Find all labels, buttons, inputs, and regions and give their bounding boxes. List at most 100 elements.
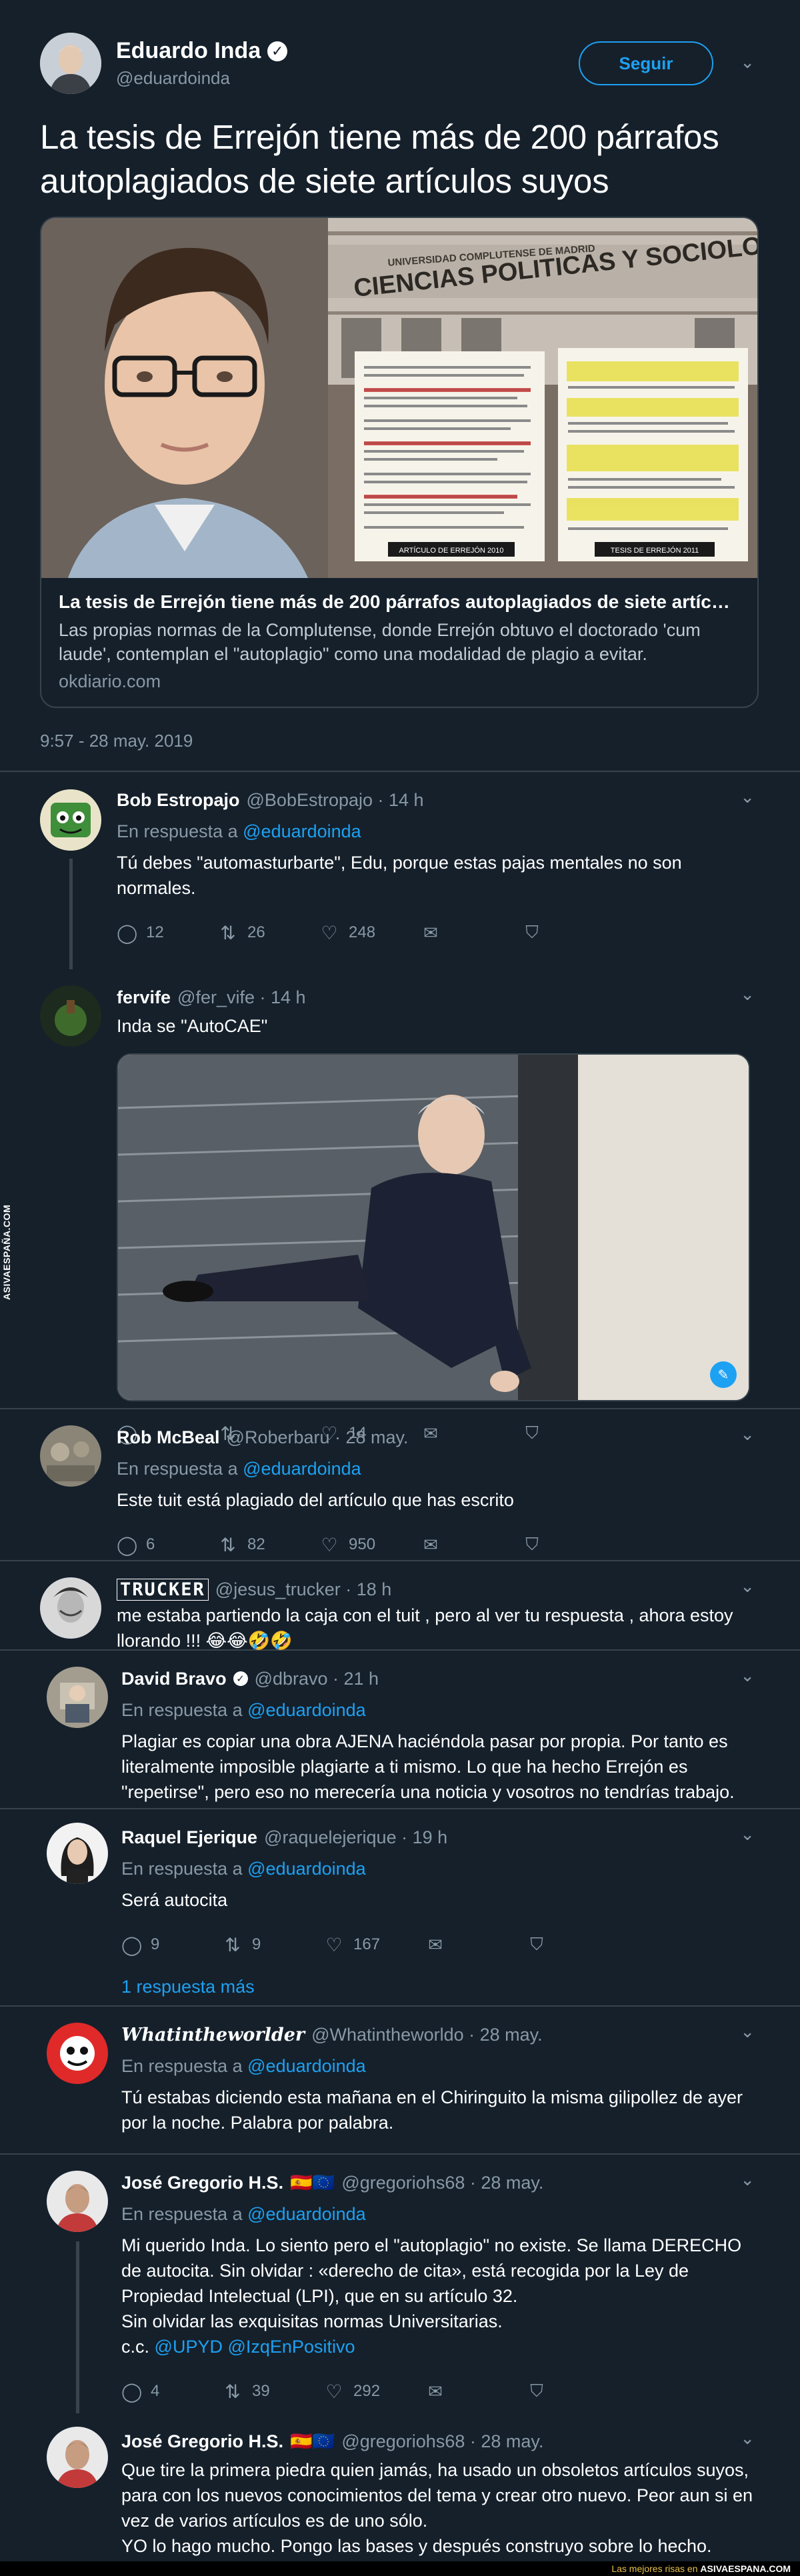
avatar[interactable]	[40, 1425, 101, 1487]
heart-icon: ♡	[321, 1534, 338, 1555]
chevron-down-icon[interactable]: ⌄	[740, 1576, 755, 1597]
link-card[interactable]: UNIVERSIDAD COMPLUTENSE DE MADRID CIENCI…	[40, 217, 759, 708]
reply-text: Inda se "AutoCAE"	[117, 1016, 268, 1036]
reply-button[interactable]: ◯ 9	[121, 1934, 223, 1956]
media-gif[interactable]: ✎	[117, 1053, 750, 1401]
retweet-button[interactable]: ⇅ 82	[218, 1534, 319, 1556]
reply-header: Rob McBeal @Roberbaru · 28 may.	[117, 1425, 760, 1449]
tweet-timestamp[interactable]: 9:57 - 28 may. 2019	[40, 731, 760, 771]
author-handle[interactable]: @eduardoinda	[116, 68, 287, 89]
mention-link[interactable]: @IzqEnPositivo	[227, 2337, 355, 2357]
author-meta[interactable]: @Whatintheworldo · 28 may.	[311, 2025, 543, 2045]
reply-button[interactable]: ◯ 12	[117, 922, 218, 944]
avatar[interactable]	[47, 1823, 108, 1884]
analytics-button[interactable]: ⛉	[522, 1534, 623, 1555]
verified-icon: ✓	[233, 1671, 248, 1686]
retweet-button[interactable]: ⇅ 9	[223, 1934, 324, 1956]
chevron-down-icon[interactable]: ⌄	[740, 984, 755, 1005]
gif-badge-icon[interactable]: ✎	[710, 1361, 737, 1388]
avatar[interactable]	[40, 33, 101, 94]
dm-button[interactable]: ✉	[421, 1535, 522, 1555]
avatar[interactable]	[40, 985, 101, 1047]
in-reply-to: En respuesta a @eduardoinda	[121, 2056, 760, 2077]
chevron-down-icon[interactable]: ⌄	[740, 1665, 755, 1686]
author-name[interactable]: Rob McBeal	[117, 1427, 220, 1448]
retweet-icon: ⇅	[220, 1534, 236, 1555]
more-replies-link[interactable]: 1 respuesta más	[121, 1977, 760, 2006]
in-reply-to: En respuesta a @eduardoinda	[117, 1459, 760, 1479]
retweet-button[interactable]: ⇅ 39	[223, 2381, 324, 2403]
author-meta[interactable]: @Roberbaru · 28 may.	[227, 1427, 409, 1448]
retweet-button[interactable]: ⇅ 26	[218, 922, 319, 944]
author-name[interactable]: José Gregorio H.S.	[121, 2431, 283, 2452]
speech-bubble-icon: ◯	[121, 1934, 143, 1955]
author-meta[interactable]: @dbravo · 21 h	[255, 1669, 379, 1689]
envelope-icon: ✉	[423, 922, 438, 943]
analytics-button[interactable]: ⛉	[522, 922, 623, 943]
author-name[interactable]: Eduardo Inda	[116, 38, 261, 64]
chevron-down-icon[interactable]: ⌄	[740, 2169, 755, 2190]
reply-raquel-ejerique: Raquel Ejerique @raquelejerique · 19 h ⌄…	[0, 1809, 800, 2005]
analytics-button[interactable]: ⛉	[527, 2381, 628, 2402]
chevron-down-icon[interactable]: ⌄	[740, 2021, 755, 2042]
in-reply-link[interactable]: @eduardoinda	[247, 2204, 366, 2224]
in-reply-link[interactable]: @eduardoinda	[247, 1859, 366, 1879]
reply-text: Tú estabas diciendo esta mañana en el Ch…	[121, 2087, 743, 2133]
retweet-count: 39	[252, 2382, 270, 2400]
author-name[interactable]: fervife	[117, 987, 171, 1008]
author-meta[interactable]: @raquelejerique · 19 h	[264, 1827, 447, 1848]
author-meta[interactable]: @BobEstropajo · 14 h	[247, 790, 424, 811]
analytics-button[interactable]: ⛉	[527, 1934, 628, 1955]
heart-icon: ♡	[325, 2381, 343, 2402]
reply-button[interactable]: ◯ 6	[117, 1534, 218, 1556]
author-name[interactable]: José Gregorio H.S.	[121, 2173, 283, 2193]
author-name[interactable]: Raquel Ejerique	[121, 1827, 257, 1848]
follow-button[interactable]: Seguir	[579, 41, 713, 85]
chevron-down-icon[interactable]: ⌄	[740, 2428, 755, 2449]
avatar[interactable]	[47, 2023, 108, 2084]
reply-trucker: TRUCKER @jesus_trucker · 18 h ⌄ me estab…	[0, 1561, 800, 1651]
author-meta[interactable]: @jesus_trucker · 18 h	[215, 1579, 392, 1600]
chevron-down-icon[interactable]: ⌄	[740, 1424, 755, 1445]
in-reply-link[interactable]: @eduardoinda	[247, 2056, 366, 2076]
author-name[interactable]: Bob Estropajo	[117, 790, 240, 811]
reply-text-line: Mi querido Inda. Lo siento pero el "auto…	[121, 2235, 742, 2306]
avatar[interactable]	[47, 2171, 108, 2232]
in-reply-prefix: En respuesta a	[117, 1459, 238, 1479]
reply-text: me estaba partiendo la caja con el tuit …	[117, 1605, 733, 1651]
avatar[interactable]	[40, 1577, 101, 1639]
card-image: UNIVERSIDAD COMPLUTENSE DE MADRID CIENCI…	[41, 218, 757, 578]
author-name-row[interactable]: Eduardo Inda ✓	[116, 38, 288, 64]
in-reply-to: En respuesta a @eduardoinda	[121, 1700, 760, 1721]
side-watermark: ASIVAESPAÑA.COM	[1, 1204, 12, 1300]
dm-button[interactable]: ✉	[421, 923, 522, 943]
like-button[interactable]: ♡ 292	[324, 2381, 425, 2403]
reply-text-line: Sin olvidar las exquisitas normas Univer…	[121, 2311, 503, 2331]
thread-line	[69, 859, 73, 969]
author-name[interactable]: Whatintheworlder	[121, 2025, 305, 2045]
author-meta[interactable]: @gregoriohs68 · 28 may.	[341, 2431, 543, 2452]
avatar[interactable]	[40, 789, 101, 851]
in-reply-link[interactable]: @eduardoinda	[243, 821, 361, 841]
mention-link[interactable]: @UPYD	[155, 2337, 223, 2357]
dm-button[interactable]: ✉	[425, 1935, 527, 1955]
author-name[interactable]: David Bravo	[121, 1669, 227, 1689]
author-meta[interactable]: @fer_vife · 14 h	[177, 987, 306, 1008]
like-button[interactable]: ♡ 950	[319, 1534, 421, 1556]
chevron-down-icon[interactable]: ⌄	[740, 52, 755, 73]
author-name[interactable]: TRUCKER	[117, 1578, 209, 1601]
action-bar: ◯ 9 ⇅ 9 ♡ 167 ✉ ⛉	[121, 1930, 760, 1959]
dm-button[interactable]: ✉	[425, 2381, 527, 2402]
chevron-down-icon[interactable]: ⌄	[740, 1824, 755, 1845]
reply-button[interactable]: ◯ 4	[121, 2381, 223, 2403]
like-button[interactable]: ♡ 167	[324, 1934, 425, 1956]
in-reply-link[interactable]: @eduardoinda	[247, 1700, 366, 1720]
like-button[interactable]: ♡ 248	[319, 922, 421, 944]
in-reply-link[interactable]: @eduardoinda	[243, 1459, 361, 1479]
author-meta[interactable]: @gregoriohs68 · 28 may.	[341, 2173, 543, 2193]
avatar[interactable]	[47, 2427, 108, 2488]
reply-header: Whatintheworlder @Whatintheworldo · 28 m…	[121, 2023, 760, 2047]
chevron-down-icon[interactable]: ⌄	[740, 787, 755, 807]
retweet-count: 82	[247, 1535, 265, 1553]
avatar[interactable]	[47, 1667, 108, 1728]
